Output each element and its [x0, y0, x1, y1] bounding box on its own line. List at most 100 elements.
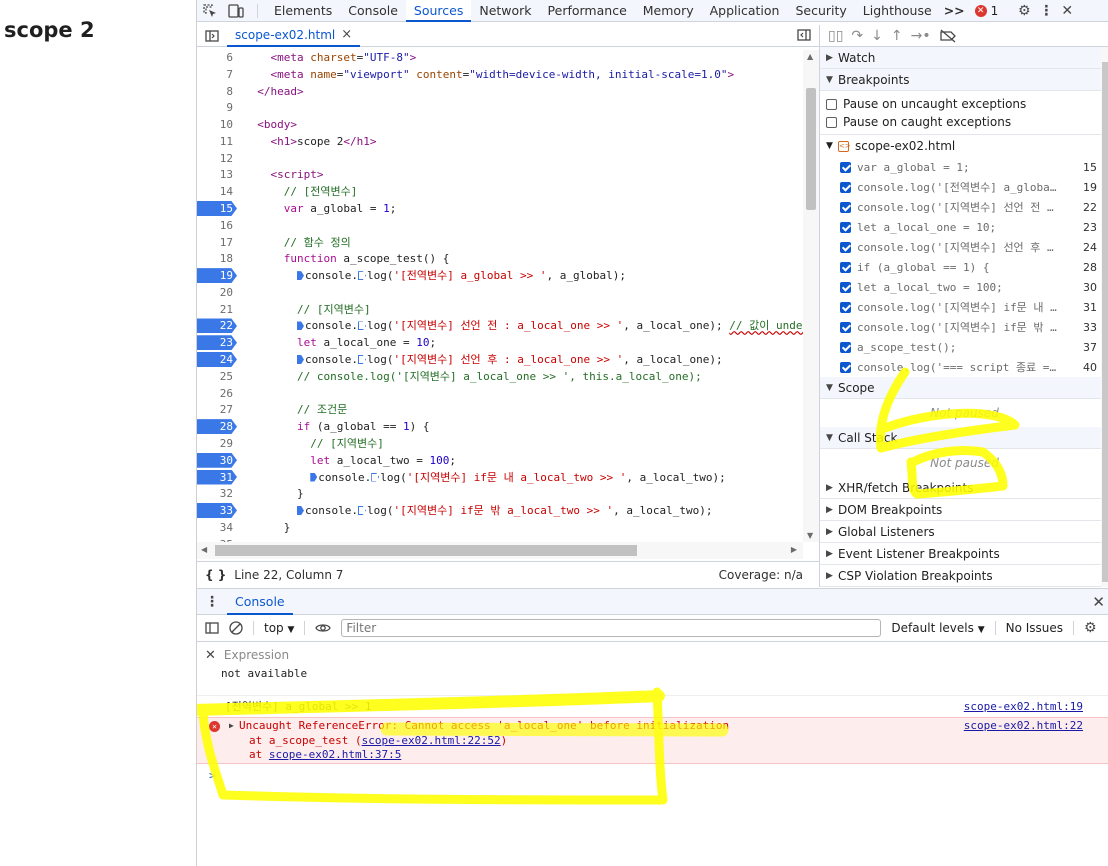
breakpoint-item[interactable]: console.log('[지역변수] if문 내 a_local_two >>…	[820, 297, 1108, 317]
context-selector[interactable]: top ▼	[264, 621, 294, 635]
code-line[interactable]: 23 let a_local_one = 10;	[197, 334, 819, 351]
tab-console[interactable]: Console	[340, 0, 406, 22]
tab-sources[interactable]: Sources	[405, 0, 472, 22]
code-line[interactable]: 7 <meta name="viewport" content="width=d…	[197, 66, 819, 83]
breakpoint-marker[interactable]: 28	[197, 419, 237, 435]
inspect-element-icon[interactable]	[197, 0, 223, 22]
remove-expression-icon[interactable]: ✕	[205, 648, 216, 663]
code-line[interactable]: 8 </head>	[197, 83, 819, 100]
breakpoint-checkbox[interactable]	[840, 221, 851, 233]
code-editor[interactable]: 6 <meta charset="UTF-8"> 7 <meta name="vi…	[197, 50, 819, 542]
breakpoints-section[interactable]: ▼ Breakpoints	[820, 69, 1108, 91]
line-number[interactable]: 25	[197, 369, 237, 384]
pretty-print-icon[interactable]: { }	[205, 568, 226, 582]
tab-lighthouse[interactable]: Lighthouse	[855, 0, 940, 22]
breakpoint-marker[interactable]: 22	[197, 318, 237, 334]
more-tabs-button[interactable]: >>	[940, 0, 969, 22]
breakpoint-checkbox[interactable]	[840, 161, 851, 173]
line-number[interactable]: 29	[197, 436, 237, 451]
line-number[interactable]: 7	[197, 67, 237, 82]
device-toolbar-icon[interactable]	[223, 0, 249, 22]
line-number[interactable]: 14	[197, 184, 237, 199]
stack-link-2[interactable]: scope-ex02.html:37:5	[269, 748, 401, 761]
code-line[interactable]: 17 // 함수 정의	[197, 234, 819, 251]
error-count-badge[interactable]: ✕ 1	[974, 4, 998, 18]
breakpoint-checkbox[interactable]	[840, 201, 851, 213]
breakpoint-marker[interactable]: 33	[197, 503, 237, 519]
line-number[interactable]: 13	[197, 167, 237, 182]
code-line[interactable]: 21 // [지역변수]	[197, 301, 819, 318]
step-icon[interactable]: →•	[911, 28, 931, 44]
console-settings-gear-icon[interactable]: ⚙	[1084, 620, 1097, 636]
close-drawer-icon[interactable]: ✕	[1092, 593, 1105, 611]
line-number[interactable]: 20	[197, 285, 237, 300]
code-line[interactable]: 18 function a_scope_test() {	[197, 250, 819, 267]
breakpoint-marker[interactable]: 19	[197, 268, 237, 284]
line-number[interactable]: 9	[197, 100, 237, 115]
line-number[interactable]: 18	[197, 251, 237, 266]
breakpoint-checkbox[interactable]	[840, 281, 851, 293]
breakpoint-item[interactable]: console.log('[지역변수] 선언 전 : a_local_one >…	[820, 197, 1108, 217]
breakpoint-marker[interactable]: 31	[197, 469, 237, 485]
breakpoint-marker[interactable]: 24	[197, 352, 237, 368]
issues-counter[interactable]: No Issues	[1006, 621, 1063, 635]
breakpoint-item[interactable]: console.log('[지역변수] if문 밖 a_local_two >>…	[820, 317, 1108, 337]
line-number[interactable]: 26	[197, 386, 237, 401]
pause-uncaught-checkbox[interactable]: Pause on uncaught exceptions	[820, 95, 1108, 113]
csp-violation-breakpoints-section[interactable]: ▶ CSP Violation Breakpoints	[820, 565, 1108, 587]
drawer-menu-icon[interactable]: ⋮	[197, 594, 227, 610]
code-line[interactable]: 29 // [지역변수]	[197, 435, 819, 452]
breakpoint-checkbox[interactable]	[840, 241, 851, 253]
dom-breakpoints-section[interactable]: ▶ DOM Breakpoints	[820, 499, 1108, 521]
tab-application[interactable]: Application	[702, 0, 788, 22]
log-source-link[interactable]: scope-ex02.html:19	[964, 696, 1083, 718]
breakpoint-marker[interactable]: 30	[197, 452, 237, 468]
code-line[interactable]: 26	[197, 385, 819, 402]
code-line[interactable]: 27 // 조건문	[197, 401, 819, 418]
scope-section[interactable]: ▼ Scope	[820, 377, 1108, 399]
breakpoint-file-group[interactable]: ▼ <> scope-ex02.html	[820, 135, 1108, 157]
tab-security[interactable]: Security	[787, 0, 854, 22]
toggle-debugger-icon[interactable]	[797, 29, 811, 41]
line-number[interactable]: 12	[197, 151, 237, 166]
stack-link-1[interactable]: scope-ex02.html:22:52	[362, 734, 501, 747]
editor-horizontal-scrollbar[interactable]: ◀ ▶	[197, 542, 803, 559]
step-into-icon[interactable]: ↓	[871, 28, 883, 44]
call-stack-section[interactable]: ▼ Call Stack	[820, 427, 1108, 449]
code-line[interactable]: 9	[197, 99, 819, 116]
code-line[interactable]: 33 console. log('[지역변수] if문 밖 a_local_two…	[197, 502, 819, 519]
error-source-link[interactable]: scope-ex02.html:22	[964, 719, 1083, 732]
tab-elements[interactable]: Elements	[266, 0, 340, 22]
breakpoint-checkbox[interactable]	[840, 361, 851, 373]
line-number[interactable]: 32	[197, 486, 237, 501]
live-expression[interactable]: ✕ Expression	[197, 645, 1108, 665]
breakpoint-marker[interactable]: 23	[197, 335, 237, 351]
editor-vertical-scrollbar[interactable]: ▲ ▼	[803, 50, 819, 542]
toggle-navigator-icon[interactable]	[197, 29, 227, 42]
breakpoint-item[interactable]: console.log('[전역변수] a_global >> ', a_glo…	[820, 177, 1108, 197]
code-line[interactable]: 25 // console.log('[지역변수] a_local_one >>…	[197, 368, 819, 385]
line-number[interactable]: 34	[197, 520, 237, 535]
watch-section[interactable]: ▶ Watch	[820, 47, 1108, 69]
code-line[interactable]: 31 console. log('[지역변수] if문 내 a_local_two…	[197, 469, 819, 486]
code-line[interactable]: 14 // [전역변수]	[197, 183, 819, 200]
tab-network[interactable]: Network	[471, 0, 539, 22]
more-options-icon[interactable]: ⋮	[1036, 3, 1056, 19]
tab-memory[interactable]: Memory	[635, 0, 702, 22]
code-line[interactable]: 34 }	[197, 519, 819, 536]
console-tab[interactable]: Console	[227, 589, 293, 615]
code-line[interactable]: 28 if (a_global == 1) {	[197, 418, 819, 435]
step-over-icon[interactable]: ↷	[851, 28, 863, 44]
line-number[interactable]: 11	[197, 134, 237, 149]
console-filter-input[interactable]	[341, 619, 882, 637]
breakpoint-checkbox[interactable]	[840, 181, 851, 193]
live-expression-eye-icon[interactable]	[315, 622, 332, 634]
breakpoint-item[interactable]: a_scope_test(); 37	[820, 337, 1108, 357]
line-number[interactable]: 17	[197, 235, 237, 250]
deactivate-breakpoints-icon[interactable]	[939, 29, 957, 43]
expand-error-icon[interactable]: ▶	[229, 721, 234, 730]
breakpoint-marker[interactable]: 15	[197, 201, 237, 217]
line-number[interactable]: 27	[197, 402, 237, 417]
breakpoint-checkbox[interactable]	[840, 341, 851, 353]
tab-performance[interactable]: Performance	[540, 0, 635, 22]
